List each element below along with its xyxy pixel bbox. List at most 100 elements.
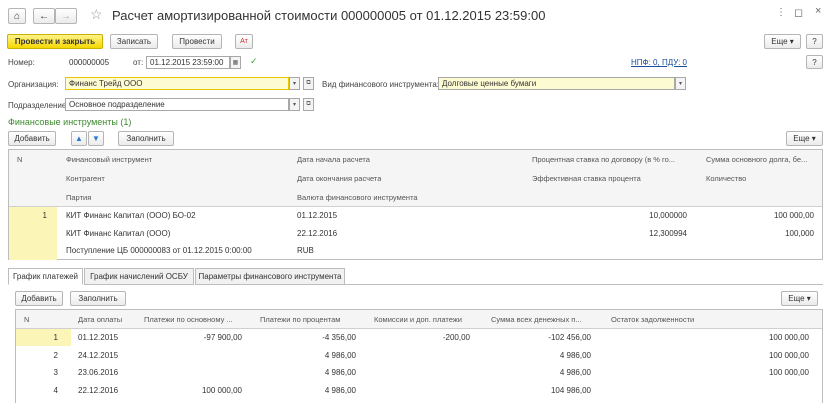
- move-down-icon[interactable]: ▼: [88, 131, 104, 146]
- fin-row-instrument[interactable]: КИТ Финанс Капитал (ООО) БО-02: [66, 211, 196, 220]
- fin-col-principal: Сумма основного долга, бе...: [706, 155, 808, 164]
- help-button[interactable]: ?: [806, 34, 823, 49]
- pay-add-button[interactable]: Добавить: [15, 291, 63, 306]
- org-open-icon[interactable]: ⧉: [303, 77, 314, 90]
- fin-more-button[interactable]: Еще ▾: [786, 131, 823, 146]
- date-label: от:: [133, 58, 144, 67]
- forward-button[interactable]: →: [55, 8, 77, 24]
- pay-row-interest[interactable]: 4 986,00: [260, 351, 356, 360]
- pay-row-total[interactable]: -102 456,00: [491, 333, 591, 342]
- pay-row-fees[interactable]: -200,00: [374, 333, 470, 342]
- fin-type-field[interactable]: Долговые ценные бумаги: [438, 77, 675, 90]
- fin-add-button[interactable]: Добавить: [8, 131, 56, 146]
- pay-row-date[interactable]: 01.12.2015: [78, 333, 118, 342]
- more-label: Еще: [771, 37, 788, 46]
- tab-instrument-params[interactable]: Параметры финансового инструмента: [195, 268, 345, 285]
- dept-open-icon[interactable]: ⧉: [303, 98, 314, 111]
- fin-type-dropdown-icon[interactable]: ▾: [675, 77, 686, 90]
- pay-row-interest[interactable]: 4 986,00: [260, 386, 356, 395]
- fin-row-eff-rate[interactable]: 12,300994: [532, 229, 687, 238]
- number-field[interactable]: 000000005: [65, 56, 127, 69]
- fin-col-end-date: Дата окончания расчета: [297, 174, 382, 183]
- pay-row-n: 1: [53, 333, 58, 342]
- pay-col-date: Дата оплаты: [78, 315, 123, 324]
- pay-row-balance[interactable]: 100 000,00: [611, 333, 809, 342]
- post-and-close-button[interactable]: Провести и закрыть: [7, 34, 103, 49]
- pay-col-principal: Платежи по основному ...: [144, 315, 233, 324]
- pay-row-total[interactable]: 4 986,00: [491, 351, 591, 360]
- fin-instruments-title: Финансовые инструменты (1): [8, 117, 132, 127]
- pay-row-balance[interactable]: 100 000,00: [611, 368, 809, 377]
- date-field[interactable]: 01.12.2015 23:59:00: [146, 56, 230, 69]
- check-icon: ✓: [250, 56, 258, 66]
- pay-row-date[interactable]: 22.12.2016: [78, 386, 118, 395]
- fin-type-label: Вид финансового инструмента:: [322, 80, 440, 89]
- pay-more-button[interactable]: Еще ▾: [781, 291, 818, 306]
- pay-row-principal[interactable]: -97 900,00: [144, 333, 242, 342]
- fin-col-counterparty: Контрагент: [66, 174, 105, 183]
- fin-row-rate[interactable]: 10,000000: [532, 211, 687, 220]
- pay-row-date[interactable]: 23.06.2016: [78, 368, 118, 377]
- org-field[interactable]: Финанс Трейд ООО: [65, 77, 289, 90]
- close-icon[interactable]: ×: [815, 5, 821, 17]
- fin-more-label: Еще: [793, 134, 810, 143]
- tabs-divider: [345, 284, 823, 285]
- dept-dropdown-icon[interactable]: ▾: [289, 98, 300, 111]
- more-button[interactable]: Еще ▾: [764, 34, 801, 49]
- pay-fill-button[interactable]: Заполнить: [70, 291, 126, 306]
- nds-link[interactable]: НПФ: 0, ПДУ: 0: [631, 58, 687, 67]
- fin-row-batch[interactable]: Поступление ЦБ 000000083 от 01.12.2015 0…: [66, 246, 252, 255]
- fin-col-start-date: Дата начала расчета: [297, 155, 370, 164]
- fin-col-batch: Партия: [66, 193, 92, 202]
- fin-row-currency[interactable]: RUB: [297, 246, 314, 255]
- report-icon[interactable]: Ат: [235, 34, 253, 49]
- tab-osbu-schedule[interactable]: График начислений ОСБУ: [84, 268, 194, 285]
- pay-row-balance[interactable]: 100 000,00: [611, 351, 809, 360]
- pay-col-n: N: [24, 315, 30, 324]
- pay-row-n: 4: [53, 386, 58, 395]
- pay-more-label: Еще: [788, 294, 805, 303]
- tab-payment-schedule[interactable]: График платежей: [8, 268, 83, 285]
- pay-row-interest[interactable]: -4 356,00: [260, 333, 356, 342]
- fin-col-instrument: Финансовый инструмент: [66, 155, 153, 164]
- pay-col-interest: Платежи по процентам: [260, 315, 341, 324]
- move-up-icon[interactable]: ▲: [71, 131, 87, 146]
- fin-col-n: N: [17, 155, 23, 164]
- fin-row-start-date[interactable]: 01.12.2015: [297, 211, 337, 220]
- pay-row-total[interactable]: 4 986,00: [491, 368, 591, 377]
- number-label: Номер:: [8, 58, 35, 67]
- pay-col-balance: Остаток задолженности: [611, 315, 695, 324]
- pay-col-fees: Комиссии и доп. платежи: [374, 315, 462, 324]
- back-button[interactable]: ←: [33, 8, 55, 24]
- pay-row-n: 3: [53, 368, 58, 377]
- pay-row-n: 2: [53, 351, 58, 360]
- fin-col-eff-rate: Эффективная ставка процента: [532, 174, 641, 183]
- fin-col-qty: Количество: [706, 174, 747, 183]
- pay-row-principal[interactable]: 100 000,00: [144, 386, 242, 395]
- maximize-icon[interactable]: ◻: [794, 6, 803, 19]
- fin-col-rate: Процентная ставка по договору (в % го...: [532, 155, 676, 164]
- fin-row-end-date[interactable]: 22.12.2016: [297, 229, 337, 238]
- pay-col-total: Сумма всех денежных п...: [491, 315, 582, 324]
- dept-label: Подразделение:: [8, 101, 69, 110]
- dept-field[interactable]: Основное подразделение: [65, 98, 289, 111]
- calendar-icon[interactable]: ▦: [230, 56, 241, 69]
- org-dropdown-icon[interactable]: ▾: [289, 77, 300, 90]
- fin-instruments-grid: N Финансовый инструмент Дата начала расч…: [8, 149, 823, 260]
- fin-col-currency: Валюта финансового инструмента: [297, 193, 418, 202]
- fin-row-counterparty[interactable]: КИТ Финанс Капитал (ООО): [66, 229, 170, 238]
- fin-row-n: 1: [42, 211, 47, 220]
- fin-fill-button[interactable]: Заполнить: [118, 131, 174, 146]
- window-menu-icon[interactable]: ⋮: [776, 7, 786, 18]
- org-label: Организация:: [8, 80, 59, 89]
- pay-row-total[interactable]: 104 986,00: [491, 386, 591, 395]
- fin-row-principal[interactable]: 100 000,00: [706, 211, 814, 220]
- pay-row-interest[interactable]: 4 986,00: [260, 368, 356, 377]
- post-button[interactable]: Провести: [172, 34, 222, 49]
- fin-row-qty[interactable]: 100,000: [706, 229, 814, 238]
- home-button[interactable]: ⌂: [8, 8, 26, 24]
- pay-row-date[interactable]: 24.12.2015: [78, 351, 118, 360]
- nds-help-button[interactable]: ?: [806, 55, 823, 69]
- save-button[interactable]: Записать: [110, 34, 158, 49]
- favorite-star-icon[interactable]: ☆: [90, 6, 103, 23]
